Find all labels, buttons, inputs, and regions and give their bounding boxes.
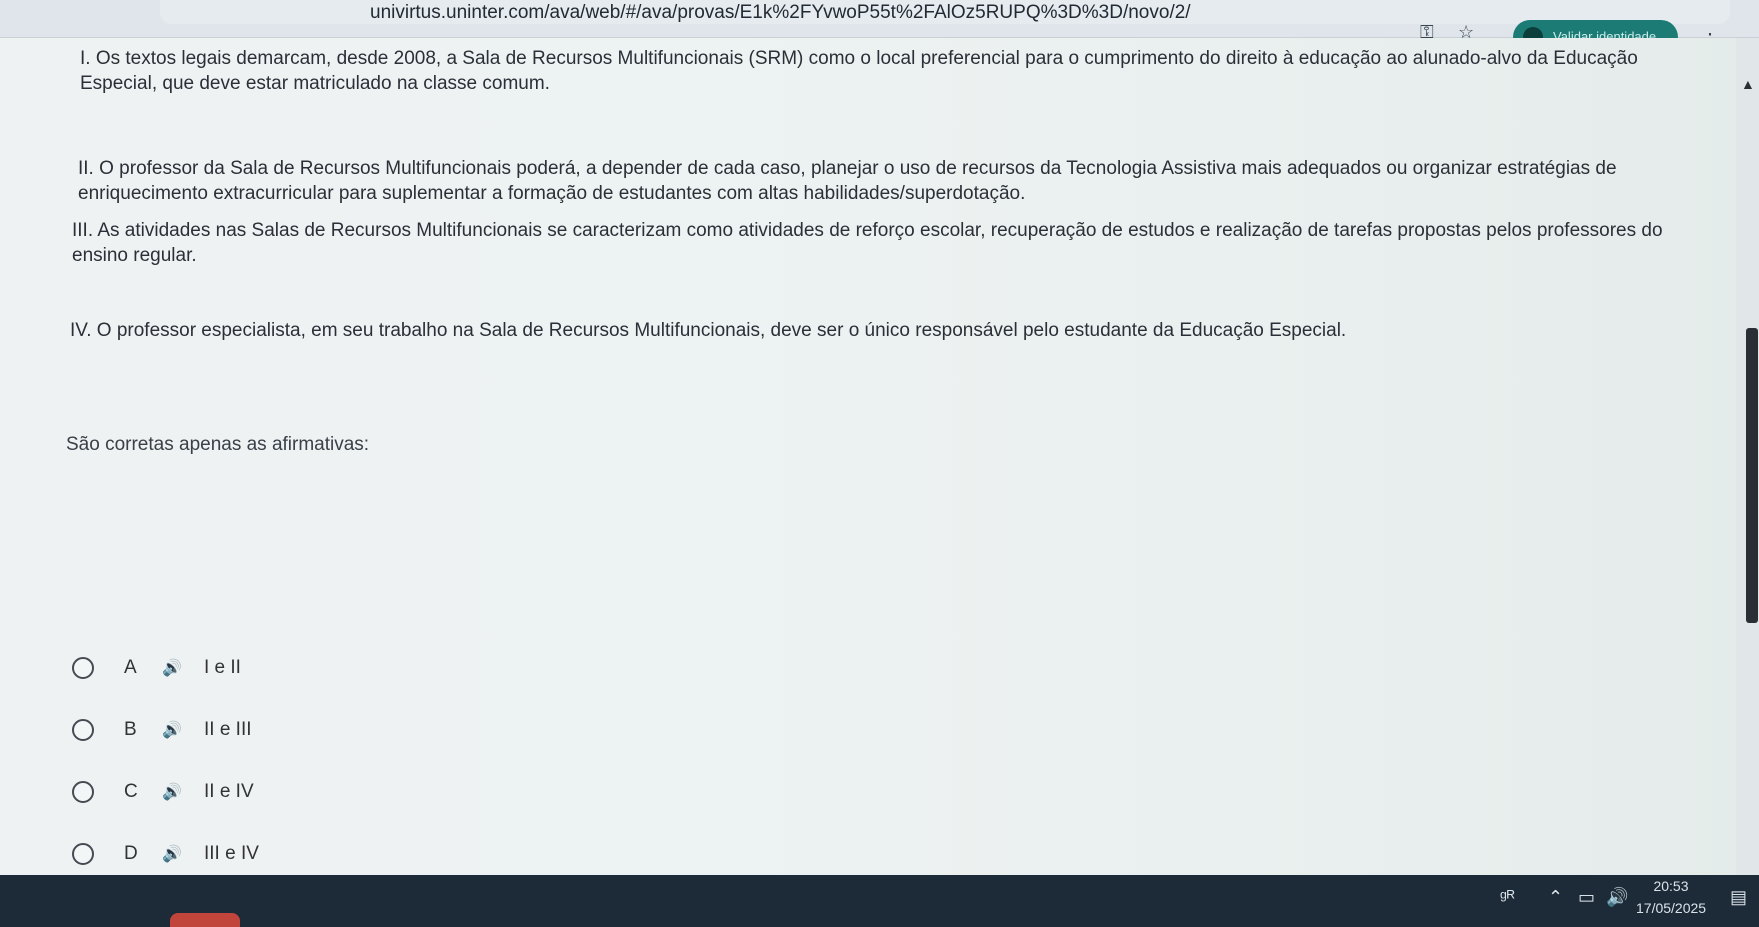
clock-time: 20:53	[1653, 878, 1689, 894]
speaker-icon[interactable]: 🔊	[162, 720, 186, 740]
speaker-icon[interactable]: 🔊	[162, 658, 186, 678]
option-a[interactable]: A 🔊 I e II	[60, 643, 620, 693]
volume-icon[interactable]: 🔊	[1606, 887, 1628, 908]
option-letter: A	[124, 657, 137, 678]
statement-2: II. O professor da Sala de Recursos Mult…	[78, 158, 1617, 204]
radio-button[interactable]	[72, 719, 94, 741]
people-icon[interactable]: ᵍᴿ	[1500, 887, 1515, 908]
statement-3: III. As atividades nas Salas de Recursos…	[72, 220, 1663, 266]
chevron-up-icon[interactable]: ⌃	[1548, 887, 1563, 908]
exam-content: I. Os textos legais demarcam, desde 2008…	[0, 38, 1759, 875]
page-scrollbar[interactable]: ▲	[1736, 38, 1759, 875]
option-letter: B	[124, 719, 137, 740]
option-c[interactable]: C 🔊 II e IV	[60, 767, 620, 817]
speaker-icon[interactable]: 🔊	[162, 782, 186, 802]
option-d[interactable]: D 🔊 III e IV	[60, 829, 620, 879]
battery-icon[interactable]: ▭	[1578, 887, 1595, 908]
browser-taskbar-app[interactable]	[170, 913, 240, 927]
option-text: II e III	[204, 719, 252, 740]
speaker-icon[interactable]: 🔊	[162, 844, 186, 864]
notification-icon[interactable]: ▤	[1730, 887, 1747, 908]
scroll-thumb[interactable]	[1746, 328, 1758, 623]
address-bar[interactable]: univirtus.uninter.com/ava/web/#/ava/prov…	[160, 0, 1730, 24]
system-clock[interactable]: 20:53 17/05/2025	[1636, 875, 1706, 919]
url-text[interactable]: univirtus.uninter.com/ava/web/#/ava/prov…	[370, 2, 1191, 24]
option-text: III e IV	[204, 843, 259, 864]
scroll-up-icon[interactable]: ▲	[1741, 76, 1755, 92]
radio-button[interactable]	[72, 657, 94, 679]
radio-button[interactable]	[72, 781, 94, 803]
option-text: I e II	[204, 657, 241, 678]
statement-1: I. Os textos legais demarcam, desde 2008…	[80, 48, 1638, 94]
taskbar: ᵍᴿ ⌃ ▭ 🔊 20:53 17/05/2025 ▤	[0, 875, 1759, 927]
browser-toolbar: univirtus.uninter.com/ava/web/#/ava/prov…	[0, 0, 1759, 54]
option-letter: C	[124, 781, 138, 802]
option-text: II e IV	[204, 781, 254, 802]
radio-button[interactable]	[72, 843, 94, 865]
question-prompt: São corretas apenas as afirmativas:	[66, 434, 370, 455]
answer-options: A 🔊 I e II B 🔊 II e III C 🔊 II e IV D 🔊 …	[60, 643, 620, 903]
option-b[interactable]: B 🔊 II e III	[60, 705, 620, 755]
option-letter: D	[124, 843, 138, 864]
clock-date: 17/05/2025	[1636, 900, 1707, 916]
statement-4: IV. O professor especialista, em seu tra…	[70, 320, 1347, 341]
